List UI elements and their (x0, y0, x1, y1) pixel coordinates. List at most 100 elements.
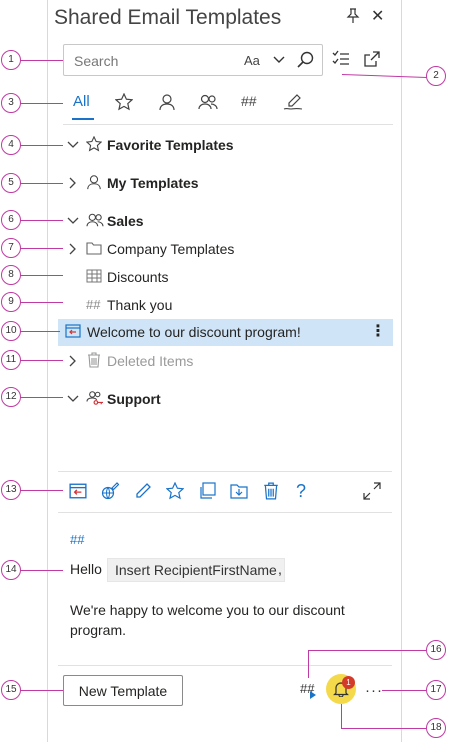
callout-line (341, 728, 426, 729)
template-toolbar: ? (58, 471, 392, 513)
copy-icon[interactable] (198, 482, 216, 505)
insert-template-icon[interactable] (69, 482, 87, 505)
callout-10: 10 (1, 321, 21, 341)
user-icon (159, 94, 175, 111)
tree-item-label: Support (107, 391, 161, 407)
trash-icon[interactable] (262, 482, 280, 505)
user-icon (86, 174, 102, 193)
tree-item-welcome[interactable]: Welcome to our discount program! ⋮ (63, 320, 393, 344)
tree-item-label: My Templates (107, 175, 199, 191)
callout-line (20, 331, 60, 332)
callout-line (20, 302, 63, 303)
callout-line (382, 690, 426, 691)
expand-icon[interactable] (363, 482, 381, 505)
checklist-icon[interactable] (332, 50, 350, 73)
tree-item-support[interactable]: Support (63, 387, 393, 411)
callout-line (20, 145, 63, 146)
preview-hash-tag: ## (70, 532, 85, 547)
callout-line (20, 248, 63, 249)
callout-8: 8 (1, 265, 21, 285)
move-to-folder-icon[interactable] (230, 482, 248, 505)
tree-item-company-templates[interactable]: Company Templates (63, 237, 393, 261)
tree-item-discounts[interactable]: Discounts (63, 265, 393, 289)
chevron-right-icon[interactable] (67, 176, 79, 192)
callout-17: 17 (426, 680, 446, 700)
users-icon (198, 94, 218, 110)
chevron-down-icon[interactable] (273, 53, 285, 72)
callout-18: 18 (426, 718, 446, 738)
tree-item-favorite-templates[interactable]: Favorite Templates (63, 133, 393, 157)
callout-13: 13 (1, 480, 21, 500)
callout-3: 3 (1, 93, 21, 113)
preview-greeting: Hello (70, 561, 102, 577)
pane-title: Shared Email Templates (54, 6, 282, 29)
callout-line (20, 220, 63, 221)
star-icon (114, 92, 134, 111)
chevron-down-icon[interactable] (67, 214, 79, 230)
callout-line (20, 690, 63, 691)
tree-item-thank-you[interactable]: ## Thank you (63, 293, 393, 317)
tree-item-my-templates[interactable]: My Templates (63, 171, 393, 195)
tree-item-label: Company Templates (107, 241, 235, 257)
tab-signatures[interactable] (283, 93, 303, 121)
tab-shared[interactable] (198, 93, 218, 121)
tree-item-label: Sales (107, 213, 144, 229)
tree-item-deleted-items[interactable]: Deleted Items (63, 349, 393, 373)
footer-divider (58, 665, 392, 666)
chevron-right-icon[interactable] (67, 242, 79, 258)
tab-favorites[interactable] (114, 92, 134, 121)
hash-icon: ## (86, 297, 101, 312)
callout-11: 11 (1, 350, 21, 370)
more-options-icon[interactable]: ⋮ (370, 321, 386, 341)
callout-12: 12 (1, 387, 21, 407)
callout-16: 16 (426, 640, 446, 660)
callout-line (20, 183, 63, 184)
callout-line (20, 570, 63, 571)
notification-badge: 1 (342, 676, 355, 689)
more-options-button[interactable]: ··· (365, 682, 383, 699)
callout-14: 14 (1, 560, 21, 580)
preview-body: We're happy to welcome you to our discou… (70, 602, 345, 638)
edit-globe-icon[interactable] (101, 482, 120, 505)
chevron-down-icon[interactable] (67, 392, 79, 408)
hash-run-button[interactable]: ## (300, 681, 316, 699)
preview-comma: , (278, 561, 282, 577)
macro-chip[interactable]: Insert RecipientFirstName (107, 558, 285, 582)
callout-line (20, 103, 63, 104)
callout-line (308, 650, 426, 651)
callout-7: 7 (1, 238, 21, 258)
new-template-button[interactable]: New Template (63, 675, 183, 706)
tree-item-label: Deleted Items (107, 353, 194, 369)
callout-line (20, 397, 63, 398)
search-box: Aa (63, 44, 323, 76)
trash-icon (86, 352, 102, 371)
folder-icon (86, 240, 102, 259)
help-icon[interactable]: ? (296, 481, 306, 502)
play-icon (310, 691, 316, 699)
search-icon[interactable] (297, 51, 315, 74)
pin-icon[interactable] (346, 8, 360, 29)
tree-item-sales[interactable]: Sales (63, 209, 393, 233)
callout-line (308, 650, 309, 678)
callout-1: 1 (1, 50, 21, 70)
search-input[interactable] (72, 52, 236, 70)
match-case-toggle[interactable]: Aa (244, 53, 260, 68)
edit-pencil-icon[interactable] (134, 482, 152, 505)
callout-15: 15 (1, 680, 21, 700)
insert-template-icon (65, 323, 81, 342)
callout-line (341, 704, 342, 728)
callout-4: 4 (1, 135, 21, 155)
tab-hash[interactable]: ## (241, 93, 257, 121)
users-icon (86, 212, 104, 231)
users-key-icon (86, 390, 104, 409)
chevron-down-icon[interactable] (67, 138, 79, 154)
star-icon[interactable] (165, 481, 185, 505)
tree-item-label: Welcome to our discount program! (87, 324, 301, 340)
chevron-right-icon[interactable] (67, 354, 79, 370)
star-icon (85, 135, 103, 155)
active-tab-indicator (72, 118, 94, 120)
close-icon[interactable]: ✕ (371, 6, 384, 26)
open-external-icon[interactable] (364, 51, 380, 72)
tab-my-templates[interactable] (158, 93, 176, 121)
tab-all[interactable]: All (73, 93, 90, 121)
